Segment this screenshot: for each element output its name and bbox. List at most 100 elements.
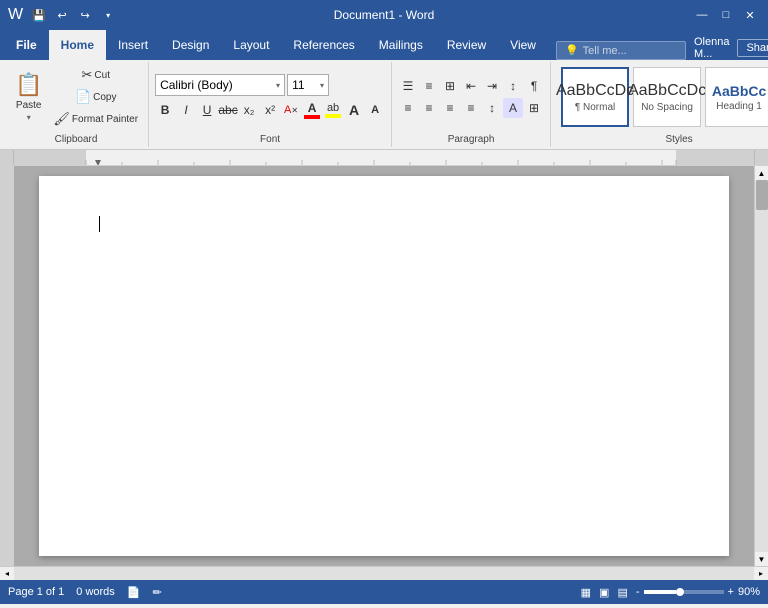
paste-btn[interactable]: 📋 Paste ▾ — [10, 65, 47, 129]
redo-btn[interactable]: ↪ — [75, 5, 95, 25]
tell-me-search[interactable]: 💡 Tell me... — [556, 41, 686, 60]
shading-btn[interactable]: A — [503, 98, 523, 118]
font-format-row: B I U abc x₂ x² A ✕ A ab — [155, 100, 385, 120]
undo-btn[interactable]: ↩ — [52, 5, 72, 25]
ruler-left-margin — [0, 150, 14, 165]
highlight-color-bar — [325, 114, 341, 118]
page-count[interactable]: Page 1 of 1 — [8, 586, 64, 598]
styles-area: AaBbCcDc ¶ Normal AaBbCcDc No Spacing Aa… — [557, 62, 768, 132]
scroll-down-btn[interactable]: ▼ — [755, 552, 768, 566]
word-count[interactable]: 0 words — [76, 586, 115, 598]
clipboard-small-btns: ✂ Cut 📄 Copy 🖌 Format Painter — [49, 65, 142, 129]
hscroll-right-btn[interactable]: ▸ — [754, 567, 768, 581]
justify-btn[interactable]: ≡ — [461, 98, 481, 118]
page-container[interactable] — [14, 166, 754, 566]
main-area: ▲ ▼ — [0, 166, 768, 566]
status-left: Page 1 of 1 0 words 📄 ✏ — [8, 586, 162, 599]
strikethrough-btn[interactable]: abc — [218, 100, 238, 120]
read-view-btn[interactable]: ▣ — [599, 586, 609, 599]
language-icon[interactable]: 📄 — [127, 586, 141, 599]
maximize-btn[interactable]: □ — [716, 5, 736, 25]
indent-decrease-btn[interactable]: ⇤ — [461, 76, 481, 96]
zoom-bar[interactable] — [644, 590, 724, 594]
print-view-btn[interactable]: ▤ — [617, 586, 627, 599]
hscroll-left-btn[interactable]: ◂ — [0, 567, 14, 581]
paragraph-label: Paragraph — [448, 134, 495, 147]
style-heading1[interactable]: AaBbCc Heading 1 — [705, 67, 768, 127]
zoom-fill — [644, 590, 676, 594]
align-left-btn[interactable]: ≡ — [398, 98, 418, 118]
document-page[interactable] — [39, 176, 729, 556]
format-painter-btn[interactable]: 🖌 Format Painter — [49, 109, 142, 129]
horizontal-scrollbar[interactable]: ◂ ▸ — [0, 566, 768, 580]
font-controls: Calibri (Body) ▾ 11 ▾ B I U abc x₂ x² A … — [155, 62, 385, 132]
tab-view[interactable]: View — [498, 30, 548, 60]
font-size-increase-btn[interactable]: A — [344, 100, 364, 120]
numbering-btn[interactable]: ≡ — [419, 76, 439, 96]
style-nospacing-label: No Spacing — [641, 102, 693, 113]
user-name[interactable]: Olenna M... — [694, 36, 729, 60]
style-heading1-preview: AaBbCc — [712, 83, 766, 99]
customize-qa-btn[interactable]: ▾ — [98, 5, 118, 25]
app-icon: W — [8, 6, 23, 24]
tab-file[interactable]: File — [4, 30, 49, 60]
bold-btn[interactable]: B — [155, 100, 175, 120]
multilevel-btn[interactable]: ⊞ — [440, 76, 460, 96]
border-btn[interactable]: ⊞ — [524, 98, 544, 118]
font-name-selector[interactable]: Calibri (Body) ▾ — [155, 74, 285, 96]
scroll-up-btn[interactable]: ▲ — [755, 166, 768, 180]
underline-btn[interactable]: U — [197, 100, 217, 120]
show-para-btn[interactable]: ¶ — [524, 76, 544, 96]
style-normal[interactable]: AaBbCcDc ¶ Normal — [561, 67, 629, 127]
tab-mailings[interactable]: Mailings — [367, 30, 435, 60]
hscroll-track[interactable] — [14, 567, 754, 580]
tab-layout[interactable]: Layout — [221, 30, 281, 60]
line-spacing-btn[interactable]: ↕ — [482, 98, 502, 118]
main-content: ▲ ▼ ◂ ▸ Page 1 of 1 0 words 📄 ✏ ▦ ▣ ▤ - — [0, 166, 768, 604]
minimize-btn[interactable]: — — [692, 5, 712, 25]
scroll-thumb[interactable] — [756, 180, 768, 210]
italic-btn[interactable]: I — [176, 100, 196, 120]
bullets-btn[interactable]: ☰ — [398, 76, 418, 96]
tab-review[interactable]: Review — [435, 30, 498, 60]
font-group: Calibri (Body) ▾ 11 ▾ B I U abc x₂ x² A … — [149, 62, 392, 147]
zoom-handle[interactable] — [676, 588, 684, 596]
tab-design[interactable]: Design — [160, 30, 221, 60]
share-btn[interactable]: Share — [737, 39, 768, 57]
font-selector-row: Calibri (Body) ▾ 11 ▾ — [155, 74, 385, 96]
zoom-level[interactable]: 90% — [738, 586, 760, 598]
scroll-track[interactable] — [755, 180, 768, 552]
tab-insert[interactable]: Insert — [106, 30, 160, 60]
cut-btn[interactable]: ✂ Cut — [49, 65, 142, 85]
font-size-decrease-btn[interactable]: A — [365, 100, 385, 120]
text-cursor — [99, 216, 100, 232]
zoom-out-btn[interactable]: - — [636, 586, 640, 598]
styles-label: Styles — [665, 134, 692, 147]
track-changes-icon[interactable]: ✏ — [153, 586, 162, 599]
tab-home[interactable]: Home — [49, 30, 106, 60]
layout-view-btn[interactable]: ▦ — [581, 586, 591, 599]
copy-btn[interactable]: 📄 Copy — [49, 87, 142, 107]
indent-increase-btn[interactable]: ⇥ — [482, 76, 502, 96]
highlight-btn[interactable]: ab — [323, 100, 343, 120]
ruler — [14, 150, 754, 165]
superscript-btn[interactable]: x² — [260, 100, 280, 120]
align-center-btn[interactable]: ≡ — [419, 98, 439, 118]
sort-btn[interactable]: ↕ — [503, 76, 523, 96]
style-no-spacing[interactable]: AaBbCcDc No Spacing — [633, 67, 701, 127]
subscript-btn[interactable]: x₂ — [239, 100, 259, 120]
font-color-bar — [304, 115, 320, 119]
close-btn[interactable]: ✕ — [740, 5, 760, 25]
tab-references[interactable]: References — [281, 30, 366, 60]
vertical-scrollbar[interactable]: ▲ ▼ — [754, 166, 768, 566]
para-row-2: ≡ ≡ ≡ ≡ ↕ A ⊞ — [398, 98, 544, 118]
align-right-btn[interactable]: ≡ — [440, 98, 460, 118]
clipboard-label: Clipboard — [55, 134, 98, 147]
ruler-container — [0, 150, 768, 166]
zoom-in-btn[interactable]: + — [728, 586, 734, 598]
font-size-selector[interactable]: 11 ▾ — [287, 74, 329, 96]
clear-format-btn[interactable]: A ✕ — [281, 100, 301, 120]
font-size-dropdown-icon: ▾ — [320, 81, 324, 90]
font-color-btn[interactable]: A — [302, 100, 322, 120]
save-quick-btn[interactable]: 💾 — [29, 5, 49, 25]
